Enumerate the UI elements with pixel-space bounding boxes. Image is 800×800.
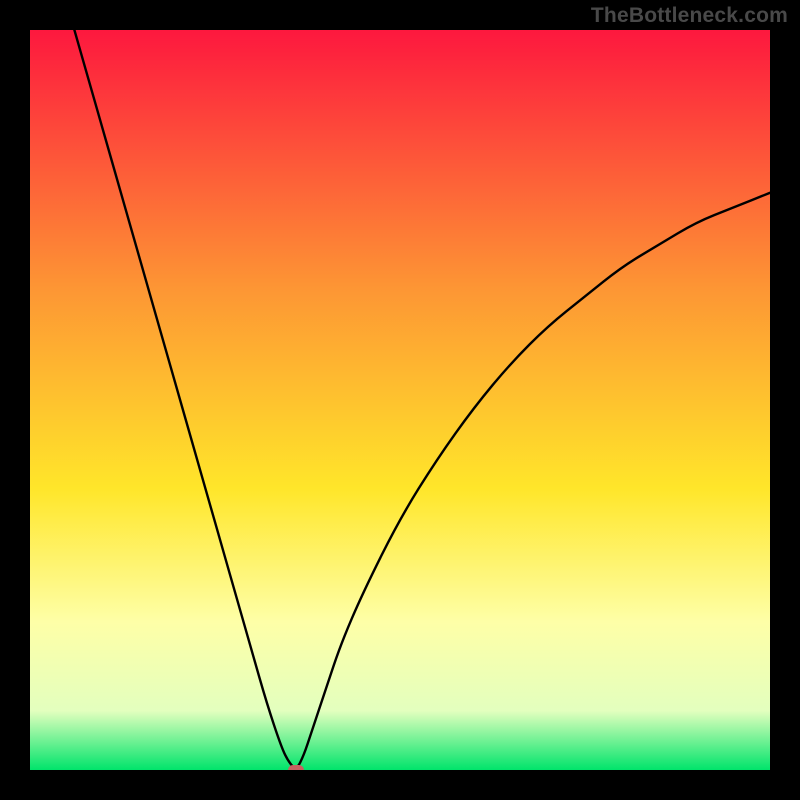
plot-area xyxy=(30,30,770,770)
bottleneck-curve xyxy=(74,30,770,768)
curve-layer xyxy=(30,30,770,770)
watermark-text: TheBottleneck.com xyxy=(591,4,788,28)
chart-frame: TheBottleneck.com xyxy=(0,0,800,800)
minimum-marker xyxy=(288,765,304,770)
